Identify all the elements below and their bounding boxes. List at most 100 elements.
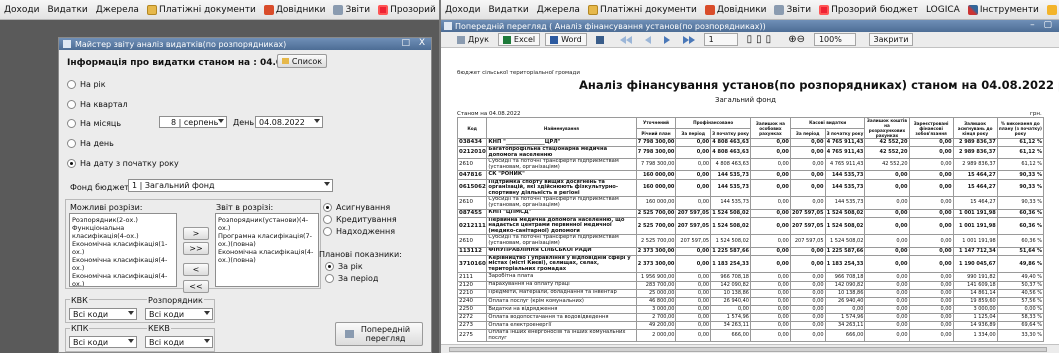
row-code: 2610 <box>456 158 488 172</box>
row-value: 14 936,89 <box>952 321 998 331</box>
list-item[interactable]: Економічна класифікація(4-ох.) <box>72 272 174 286</box>
row-value: 142 090,82 <box>824 280 866 290</box>
menu-item[interactable]: Допомога <box>1043 4 1059 15</box>
menu-item[interactable]: Довідники <box>701 4 771 15</box>
list-item[interactable]: Програмна класифікація(7-ох.)(повна) <box>218 232 316 248</box>
radio-option[interactable]: Кредитування <box>323 215 397 224</box>
horizontal-scrollbar[interactable] <box>441 344 1059 353</box>
preview-title-bar[interactable]: Попередній перегляд ( Аналіз фінансуванн… <box>441 20 1059 32</box>
tools-icon <box>967 4 978 15</box>
row-value: 0,00 <box>749 321 791 331</box>
menu-item[interactable]: Інструменти <box>964 4 1043 15</box>
move-button[interactable]: << <box>183 280 209 293</box>
print-button[interactable]: Друк <box>453 34 493 45</box>
radio-dot[interactable] <box>323 227 332 236</box>
menu-item[interactable]: Прозорий бюджет <box>374 4 439 15</box>
menu-item[interactable]: LOGICA <box>922 5 964 15</box>
row-value: 0,00 <box>749 272 791 282</box>
row-value: 69,64 % <box>996 321 1045 331</box>
menu-item[interactable]: Звіти <box>329 4 374 15</box>
page-view-buttons[interactable]: ▯▯▯ <box>743 33 780 46</box>
window-controls[interactable]: – ▢ <box>1030 20 1055 30</box>
window-controls[interactable]: □ X <box>401 38 428 48</box>
list-button[interactable]: Список <box>277 54 327 68</box>
radio-option[interactable]: На рік <box>67 80 106 89</box>
menu-item[interactable]: Звіти <box>770 4 815 15</box>
radio-dot[interactable] <box>323 203 332 212</box>
row-value: 160 000,00 <box>635 196 677 210</box>
last-page-button[interactable] <box>679 35 699 45</box>
dialog-title-bar[interactable]: Майстер звіту аналіз видатків(по розпоря… <box>59 38 431 50</box>
list-item[interactable]: Економічна класифікація(4-ох.) <box>72 256 174 272</box>
menu-item[interactable]: Довідники <box>260 4 330 15</box>
page-number-field[interactable]: 1 <box>703 33 738 46</box>
book-icon <box>263 4 274 15</box>
menu-item[interactable]: Доходи <box>441 5 484 15</box>
printer-icon <box>774 4 785 15</box>
radio-dot[interactable] <box>325 262 334 271</box>
row-value: 0,00 <box>864 280 910 290</box>
radio-dot[interactable] <box>67 159 76 168</box>
move-button[interactable]: >> <box>183 242 209 255</box>
list-item[interactable]: Економічна класифікація(1-ох.) <box>72 240 174 256</box>
word-button[interactable]: Word <box>545 33 587 46</box>
menu-item[interactable]: Джерела <box>92 5 143 15</box>
menu-item[interactable]: Доходи <box>0 5 43 15</box>
move-button[interactable]: < <box>183 263 209 276</box>
kpk-select[interactable]: Всі коди <box>69 336 137 348</box>
list-item[interactable]: Розпорядник(2-ох.) <box>72 216 174 224</box>
report-slices-list[interactable]: Розпорядник(установи)(4-ох.) Програмна кл… <box>215 213 319 287</box>
row-value: 0,00 <box>864 178 910 198</box>
radio-dot[interactable] <box>67 139 76 148</box>
day-field[interactable]: 04.08.2022 <box>255 116 323 128</box>
row-value: 1 190 045,67 <box>952 254 998 274</box>
menu-item[interactable]: Видатки <box>43 5 91 15</box>
radio-dot[interactable] <box>325 274 334 283</box>
menu-item[interactable]: Видатки <box>484 5 532 15</box>
list-item[interactable]: Розпорядник(установи)(4-ох.) <box>218 216 316 232</box>
row-value: 160 000,00 <box>635 178 677 198</box>
zoom-buttons[interactable]: ⊕⊖ <box>784 33 809 46</box>
doc-title: Аналіз фінансування установ(по розпорядн… <box>579 78 1059 92</box>
radio-option[interactable]: На дату з початку року <box>67 159 179 168</box>
excel-button[interactable]: Excel <box>497 33 541 46</box>
row-value: 49,40 % <box>996 272 1045 282</box>
preview-button[interactable]: Попередній перегляд <box>335 322 423 346</box>
rozp-select[interactable]: Всі коди <box>145 308 213 320</box>
list-item[interactable]: Економічна класифікація(4-ох.)(повна) <box>218 248 316 264</box>
list-item[interactable]: Функціональна класифікація(4-ох.) <box>72 224 174 240</box>
row-value: 207 597,05 <box>675 216 712 236</box>
next-page-button[interactable] <box>660 35 674 45</box>
radio-option[interactable]: Асигнування <box>323 203 390 212</box>
row-value: 1 574,96 <box>710 312 751 323</box>
row-value: 0,00 <box>908 321 954 331</box>
kekv-select[interactable]: Всі коди <box>145 336 213 348</box>
radio-dot[interactable] <box>67 80 76 89</box>
save-button[interactable] <box>592 35 611 45</box>
radio-option[interactable]: За період <box>325 274 378 283</box>
scrollbar-thumb[interactable] <box>449 347 1047 352</box>
menu-item[interactable]: Прозорий бюджет <box>815 4 922 15</box>
menu-item[interactable]: Джерела <box>533 5 584 15</box>
radio-option[interactable]: Надходження <box>323 227 395 236</box>
possible-slices-list[interactable]: Розпорядник(2-ох.) Функціональна класифік… <box>69 213 177 287</box>
menu-item[interactable]: Платіжні документи <box>584 4 701 15</box>
radio-option[interactable]: На день <box>67 139 114 148</box>
radio-dot[interactable] <box>67 100 76 109</box>
menu-item[interactable]: Платіжні документи <box>143 4 260 15</box>
zoom-select[interactable]: 100% <box>813 33 856 46</box>
move-button[interactable]: > <box>183 227 209 240</box>
radio-option[interactable]: На місяць <box>67 119 121 128</box>
prev-page-button[interactable] <box>641 35 655 45</box>
row-value: 1 574,96 <box>824 312 866 323</box>
fund-select[interactable]: 1 | Загальний фонд <box>128 179 333 192</box>
month-select[interactable]: 8 | серпень <box>159 116 227 128</box>
radio-option[interactable]: За рік <box>325 262 363 271</box>
kvk-select[interactable]: Всі коди <box>69 308 137 320</box>
radio-dot[interactable] <box>67 119 76 128</box>
first-page-button[interactable] <box>616 35 636 45</box>
radio-dot[interactable] <box>323 215 332 224</box>
close-button[interactable]: Закрити <box>868 33 913 46</box>
radio-option[interactable]: На квартал <box>67 100 128 109</box>
row-value: 0,00 <box>749 170 791 180</box>
